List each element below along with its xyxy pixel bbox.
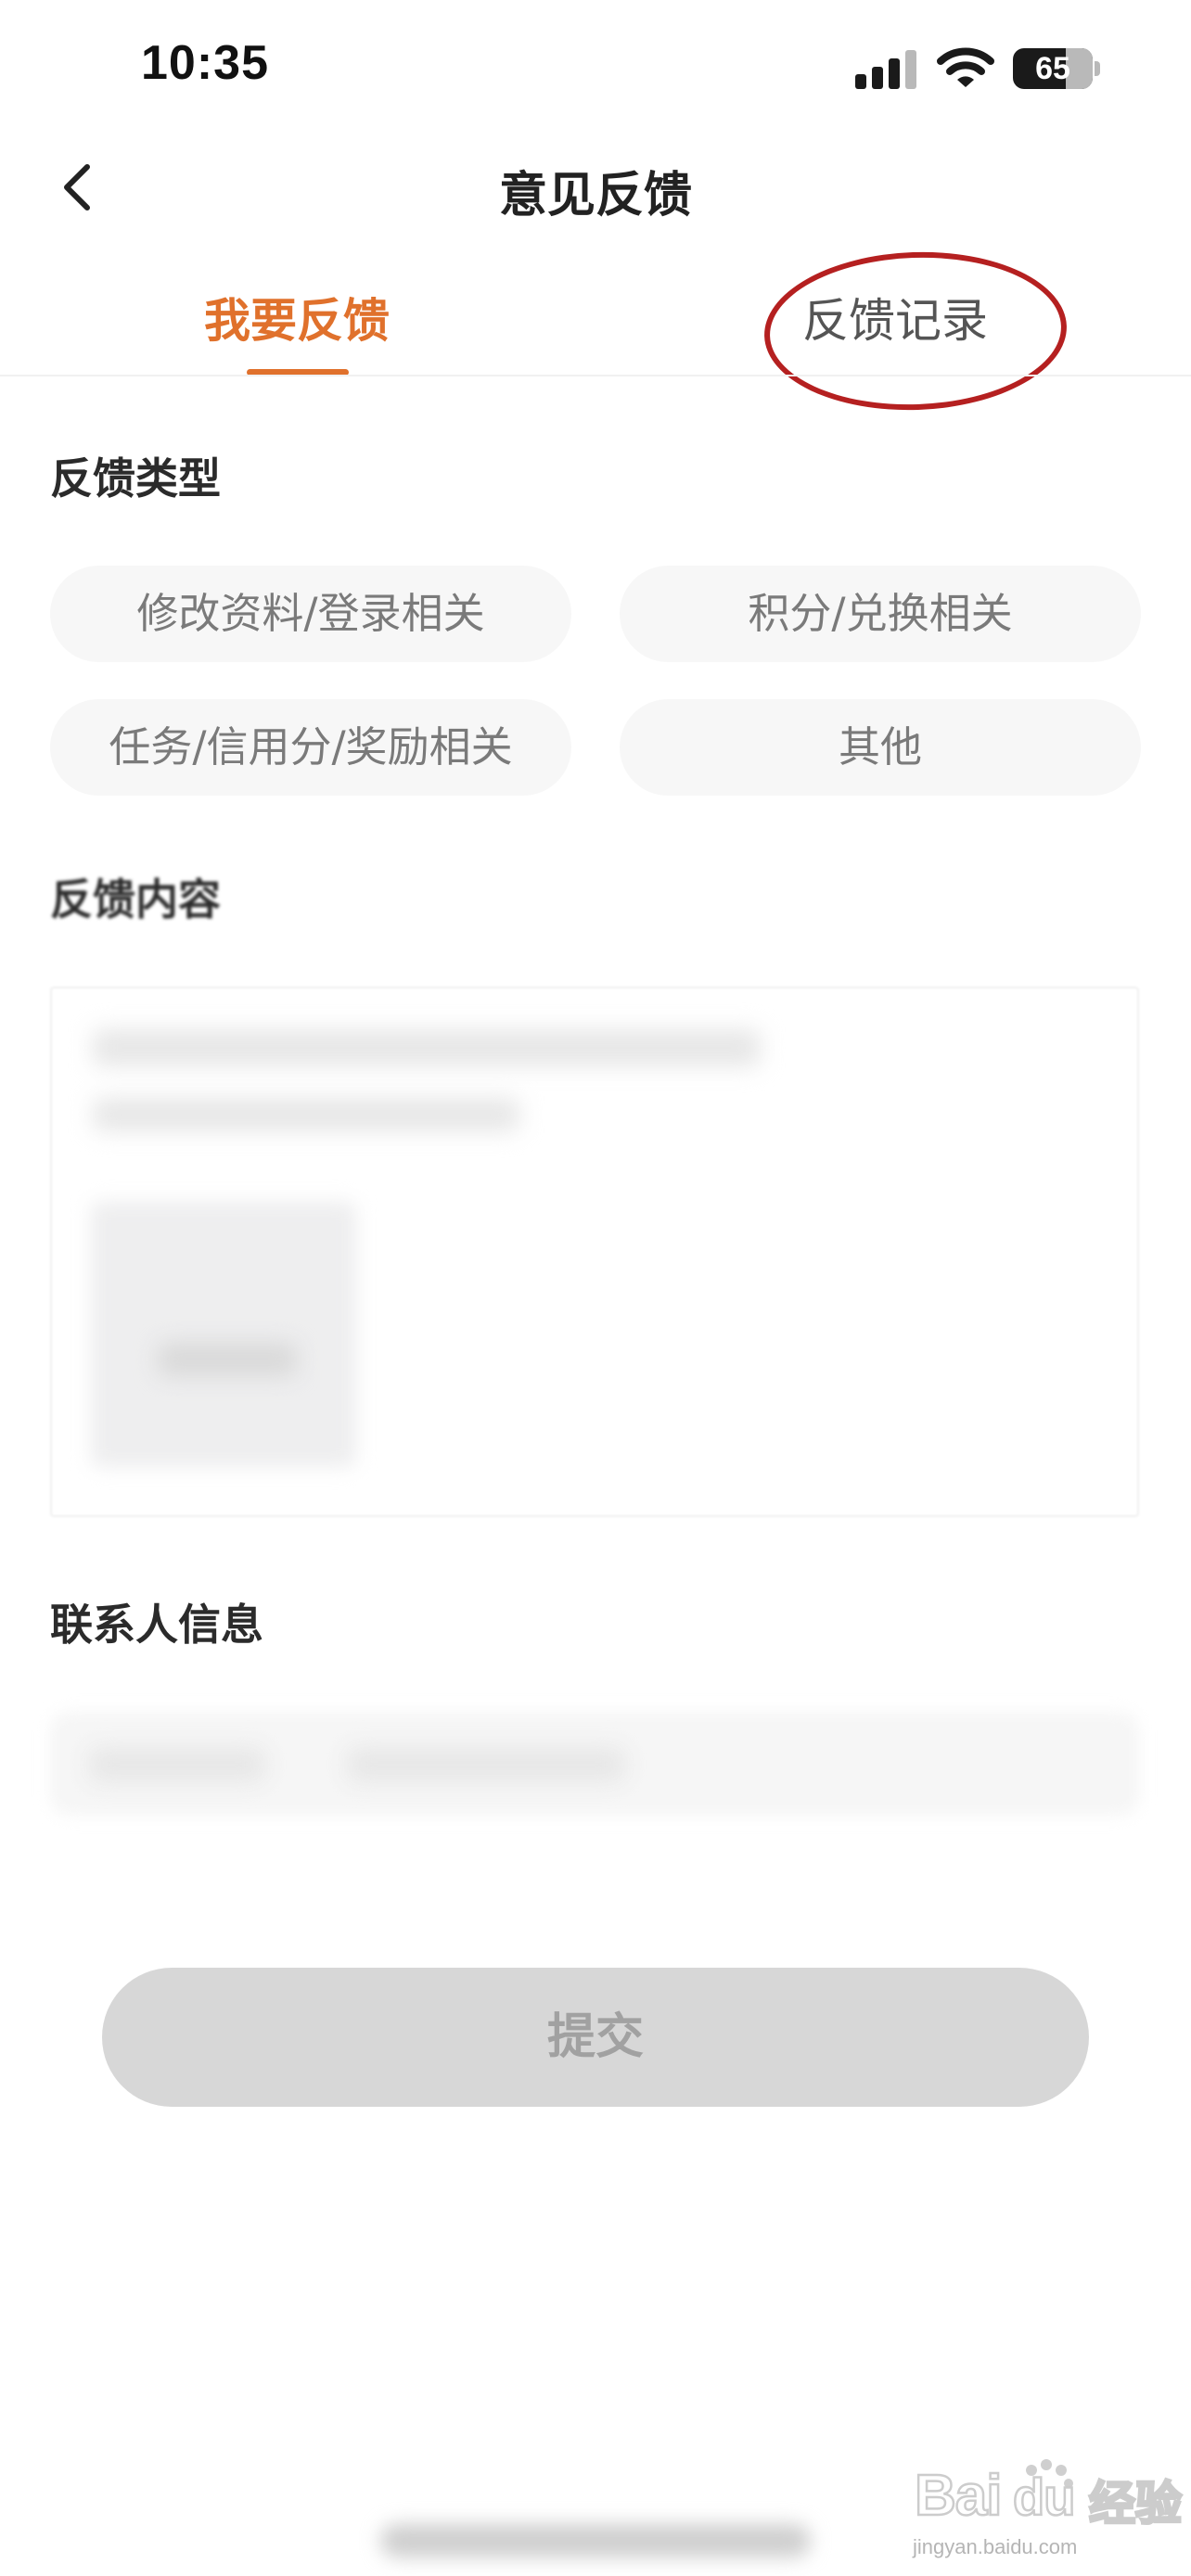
wifi-icon: [937, 47, 994, 87]
feedback-content-heading: 反馈内容: [50, 874, 221, 925]
annotation-circle: [762, 247, 1069, 415]
watermark-jingyan-text: 经验: [1088, 2476, 1184, 2532]
blurred-contact-value: [347, 1747, 625, 1782]
watermark-url: jingyan.baidu.com: [913, 2535, 1078, 2558]
uploaded-image-thumbnail[interactable]: [91, 1202, 356, 1467]
chip-profile-login[interactable]: 修改资料/登录相关: [50, 566, 571, 662]
battery-icon: 65: [1013, 48, 1093, 89]
tab-divider: [0, 375, 1191, 376]
battery-level: 65: [1035, 51, 1070, 86]
contact-info-heading: 联系人信息: [50, 1600, 263, 1650]
blurred-text-line: [93, 1098, 519, 1131]
blurred-text-line: [93, 1029, 761, 1066]
chip-other[interactable]: 其他: [620, 699, 1141, 796]
submit-button[interactable]: 提交: [102, 1968, 1089, 2107]
signal-icon: [855, 50, 916, 89]
battery-cap: [1095, 61, 1100, 76]
blurred-contact-label: [89, 1747, 265, 1782]
chip-task-credit-reward[interactable]: 任务/信用分/奖励相关: [50, 699, 571, 796]
svg-text:Bai: Bai: [915, 2464, 1001, 2528]
status-time: 10:35: [141, 36, 269, 90]
svg-text:du: du: [1013, 2468, 1074, 2526]
chip-points-exchange[interactable]: 积分/兑换相关: [620, 566, 1141, 662]
blurred-thumbnail-content: [158, 1343, 297, 1376]
page-title: 意见反馈: [498, 168, 692, 223]
home-indicator: [380, 2524, 811, 2557]
tab-submit-feedback[interactable]: 我要反馈: [148, 284, 445, 351]
baidu-logo: Bai du: [914, 2459, 1077, 2529]
baidu-jingyan-watermark: Bai du 经验 jingyan.baidu.com: [913, 2439, 1191, 2559]
feedback-type-heading: 反馈类型: [50, 453, 221, 504]
